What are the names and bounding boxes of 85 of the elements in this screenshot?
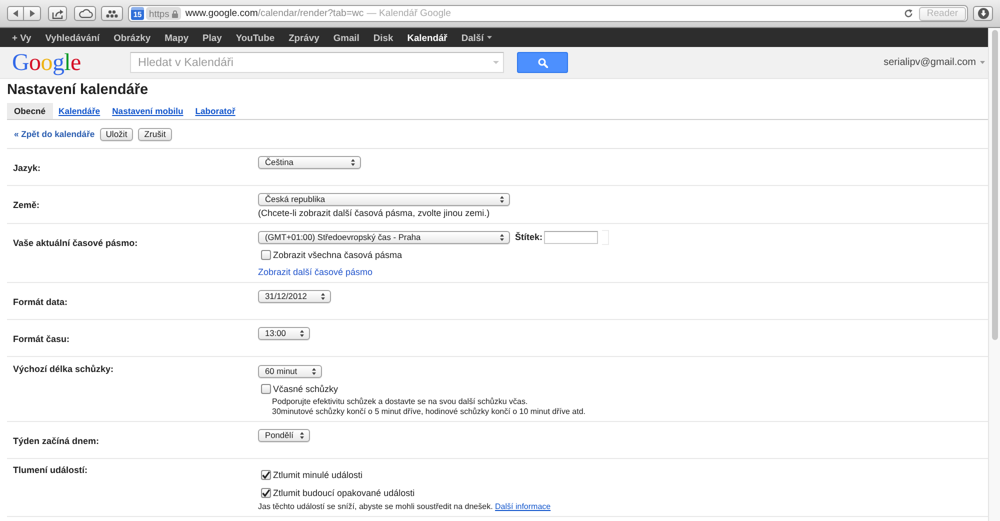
url-path: /calendar/render?tab=wc — [258, 8, 364, 20]
setting-label: Týden začíná dnem: — [13, 435, 100, 448]
reload-icon[interactable] — [904, 9, 913, 18]
search-button[interactable] — [517, 52, 568, 73]
setting-label: Země: — [13, 199, 40, 212]
setting-label: Tlumení událostí: — [13, 464, 88, 477]
lock-icon — [172, 10, 178, 18]
share-icon — [52, 8, 64, 18]
checkbox[interactable] — [261, 384, 271, 394]
google-bar-link[interactable]: Mapy — [158, 28, 196, 47]
cloud-button[interactable] — [74, 6, 96, 21]
dots-cluster-icon — [106, 10, 118, 18]
setting-label: Vaše aktuální časové pásmo: — [13, 237, 138, 250]
caret-icon — [486, 36, 492, 39]
checkmark-icon — [262, 471, 270, 479]
google-bar-link[interactable]: Disk — [366, 28, 400, 47]
checkbox[interactable] — [261, 250, 271, 260]
setting-label: Formát času: — [13, 333, 70, 346]
dropdown[interactable]: 13:00 — [258, 327, 310, 340]
updown-arrows-icon — [300, 330, 304, 337]
setting-label: Formát data: — [13, 296, 68, 309]
google-bar-link[interactable]: Play — [196, 28, 229, 47]
share-button[interactable] — [48, 6, 67, 21]
action-button[interactable]: Uložit — [100, 128, 134, 141]
field-label: Štítek: — [515, 232, 543, 243]
google-logo[interactable]: Google — [12, 50, 81, 74]
download-icon — [978, 8, 988, 19]
setting-label: Jazyk: — [13, 162, 41, 175]
updown-arrows-icon — [300, 432, 304, 439]
dropdown[interactable]: Pondělí — [258, 429, 310, 442]
google-bar-link[interactable]: Gmail — [326, 28, 366, 47]
left-triangle-icon — [13, 10, 18, 17]
google-bar-link[interactable]: YouTube — [228, 28, 282, 47]
checkbox[interactable] — [261, 470, 271, 480]
forward-button[interactable] — [24, 6, 41, 21]
description-text: 30minutové schůzky končí o 5 minut dříve, hodinové schůzky končí o 10 minut dříve atd. — [272, 407, 586, 417]
updown-arrows-icon — [312, 368, 316, 375]
page-title: Nastavení kalendáře — [7, 81, 148, 100]
checkbox-label: Ztlumit budoucí opakované události — [273, 487, 415, 500]
updown-arrows-icon — [321, 293, 325, 300]
action-button[interactable]: Zrušit — [138, 128, 172, 141]
scheme-text: https — [149, 8, 170, 20]
updown-arrows-icon — [500, 196, 504, 203]
search-field[interactable]: Hledat v Kalendáři — [130, 52, 504, 73]
google-bar-link[interactable]: + Vy — [5, 28, 38, 47]
google-bar-link[interactable]: Vyhledávání — [38, 28, 107, 47]
label-field[interactable] — [544, 231, 598, 244]
updown-arrows-icon — [351, 159, 355, 166]
updown-arrows-icon — [500, 234, 504, 241]
caret-icon — [980, 61, 985, 64]
tab[interactable]: Obecné — [7, 103, 53, 119]
google-bar-link[interactable]: Zprávy — [282, 28, 326, 47]
page-title-text: — Kalendář Google — [366, 8, 451, 20]
dropdown[interactable]: (GMT+01:00) Středoevropský čas - Praha — [258, 231, 510, 244]
download-button[interactable] — [973, 6, 993, 21]
cloud-icon — [78, 9, 92, 18]
google-bar-link[interactable]: Další — [454, 28, 499, 47]
checkmark-icon — [262, 489, 270, 497]
dropdown[interactable]: Čeština — [258, 156, 361, 169]
hint-text: Jas těchto událostí se sníží, abyste se mohli soustředit na dnešek. Další informace — [258, 502, 551, 512]
right-triangle-icon — [30, 10, 34, 17]
back-button[interactable] — [7, 6, 24, 21]
scrollbar-thumb[interactable] — [992, 30, 998, 340]
link[interactable]: Zobrazit další časové pásmo — [258, 266, 373, 278]
tab[interactable]: Nastavení mobilu — [106, 103, 190, 119]
description-text: Podporujte efektivitu schůzek a dostavte se na svou další schůzku včas. — [272, 397, 528, 407]
checkbox-label: Ztlumit minulé události — [273, 469, 363, 482]
account-menu[interactable]: serialipv@gmail.com — [884, 56, 985, 68]
url-host: www.google.com — [185, 8, 258, 20]
search-icon — [538, 58, 548, 68]
dropdown[interactable]: Česká republika — [258, 193, 510, 206]
dropdown[interactable]: 31/12/2012 — [258, 290, 331, 303]
note-text: (Chcete-li zobrazit další časová pásma, zvolte jinou zemi.) — [258, 207, 490, 219]
back-link[interactable]: « Zpět do kalendáře — [14, 129, 95, 140]
dropdown[interactable]: 60 minut — [258, 365, 322, 378]
dots-button[interactable] — [101, 6, 123, 21]
more-info-link[interactable]: Další informace — [495, 502, 551, 511]
checkbox[interactable] — [261, 488, 271, 498]
tab[interactable]: Laboratoř — [189, 103, 242, 119]
google-bar-link[interactable]: Obrázky — [106, 28, 158, 47]
tab[interactable]: Kalendáře — [52, 103, 106, 119]
google-bar-link[interactable]: Kalendář — [400, 28, 454, 47]
checkbox-label: Včasné schůzky — [273, 383, 338, 396]
setting-label: Výchozí délka schůzky: — [13, 363, 114, 376]
checkbox-label: Zobrazit všechna časová pásma — [273, 249, 402, 262]
